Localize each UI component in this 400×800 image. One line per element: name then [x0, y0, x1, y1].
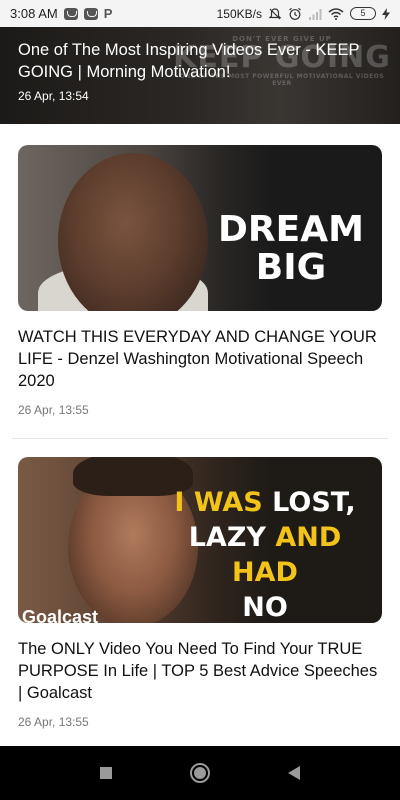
notification-box-icon — [83, 7, 98, 20]
mute-icon — [268, 7, 282, 21]
thumbnail-caption: I WAS LOST, LAZY AND HAD NO PURPOSE — [170, 485, 360, 623]
thumbnail-caption-line: BIG — [255, 247, 327, 288]
video-date: 26 Apr, 13:55 — [18, 403, 89, 417]
battery-level: 5 — [350, 7, 376, 20]
video-card[interactable]: DREAM BIG WATCH THIS EVERYDAY AND CHANGE… — [0, 145, 400, 438]
signal-icon — [308, 8, 322, 20]
status-right: 150KB/s 5 — [217, 7, 390, 21]
goalcast-logo: Goalcast — [22, 607, 99, 623]
thumbnail-caption-word: I WAS — [174, 487, 263, 518]
battery-icon: 5 — [350, 7, 376, 20]
video-thumbnail[interactable]: DREAM BIG — [18, 145, 382, 311]
video-thumbnail[interactable]: I WAS LOST, LAZY AND HAD NO PURPOSE Goal… — [18, 457, 382, 623]
network-speed: 150KB/s — [216, 6, 262, 21]
video-title: The ONLY Video You Need To Find Your TRU… — [18, 640, 378, 702]
video-title: WATCH THIS EVERYDAY AND CHANGE YOUR LIFE… — [18, 328, 377, 390]
system-nav-bar — [0, 746, 400, 800]
back-button[interactable] — [282, 761, 306, 785]
banner-title: One of The Most Inspiring Videos Ever - … — [18, 41, 360, 81]
notification-box-icon — [63, 7, 78, 20]
thumbnail-caption-line: DREAM — [218, 209, 364, 250]
status-time: 3:08 AM — [10, 6, 58, 21]
recents-icon — [100, 767, 112, 779]
recents-button[interactable] — [94, 761, 118, 785]
thumbnail-caption-word: NO PURPOSE — [242, 592, 288, 623]
video-date: 26 Apr, 13:55 — [18, 715, 89, 729]
wifi-icon — [328, 7, 344, 20]
alarm-icon — [288, 7, 302, 21]
thumbnail-caption-word: LAZY — [188, 522, 266, 553]
thumbnail-caption: DREAM BIG — [216, 211, 366, 287]
charging-icon — [382, 7, 390, 20]
back-icon — [288, 766, 300, 780]
home-button[interactable] — [188, 761, 212, 785]
video-card[interactable]: I WAS LOST, LAZY AND HAD NO PURPOSE Goal… — [0, 457, 400, 740]
home-icon — [190, 763, 210, 783]
banner-date: 26 Apr, 13:54 — [18, 89, 89, 103]
status-bar: 3:08 AM P 150KB/s 5 — [0, 0, 400, 27]
p-icon: P — [103, 6, 113, 21]
thumbnail-person — [58, 153, 208, 311]
status-left: 3:08 AM P — [10, 6, 112, 21]
divider — [12, 438, 388, 439]
thumbnail-caption-word: LOST, — [272, 487, 356, 518]
screen: 3:08 AM P 150KB/s 5 DON'T EVER GIVE UP K… — [0, 0, 400, 800]
now-playing-banner[interactable]: DON'T EVER GIVE UP KEEP GOING ONE OF THE… — [0, 27, 400, 124]
